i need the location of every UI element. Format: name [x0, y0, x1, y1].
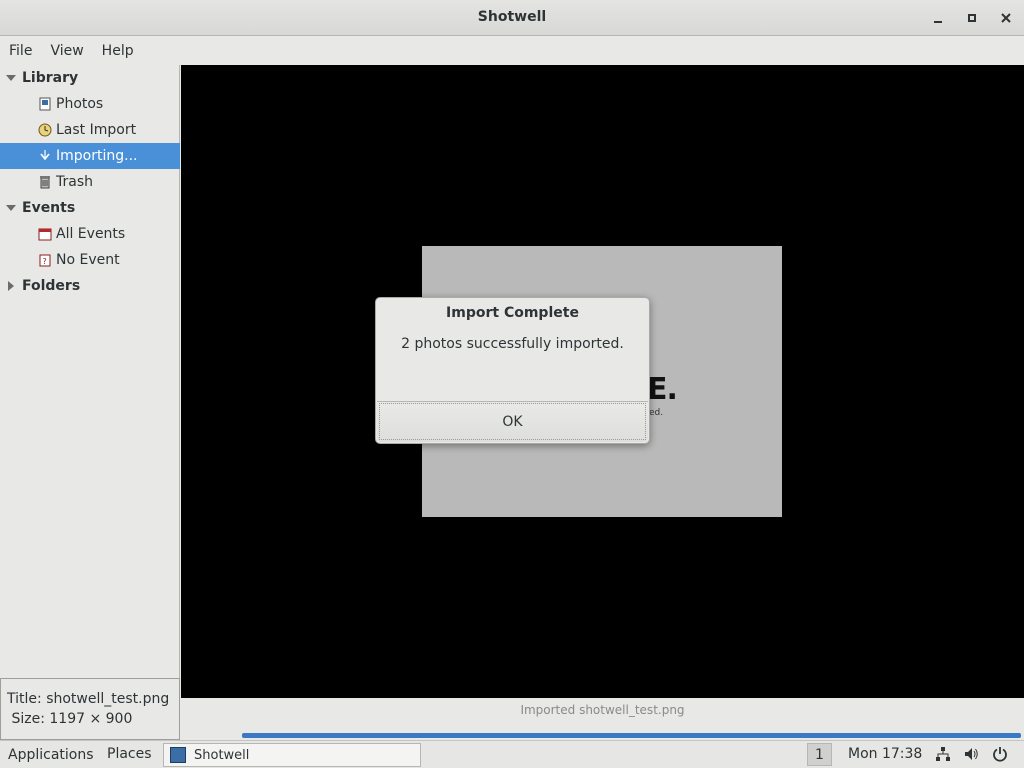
menu-bar: File View Help: [0, 37, 1024, 65]
sidebar-header-events[interactable]: Events: [0, 195, 180, 221]
maximize-icon: [968, 14, 976, 22]
taskbar-item-label: Shotwell: [194, 747, 250, 763]
photo-info-panel: Title: shotwell_test.png Size: 1197 × 90…: [0, 678, 180, 740]
dialog-title: Import Complete: [446, 305, 579, 321]
progress-fill: [242, 733, 1021, 738]
power-icon[interactable]: [992, 746, 1008, 762]
expanded-triangle-icon[interactable]: [6, 203, 16, 213]
close-icon: [1001, 13, 1011, 23]
menu-file[interactable]: File: [0, 43, 41, 59]
status-bar: Imported shotwell_test.png: [181, 698, 1024, 740]
minimize-button[interactable]: [928, 8, 948, 28]
import-progress-bar: [242, 733, 1021, 738]
sidebar-item-photos[interactable]: Photos: [0, 91, 180, 117]
sidebar-item-all-events[interactable]: All Events: [0, 221, 180, 247]
window-title: Shotwell: [477, 9, 547, 25]
sidebar-item-no-event[interactable]: ? No Event: [0, 247, 180, 273]
info-size-value: 1197 × 900: [49, 711, 133, 727]
no-event-icon: ?: [39, 254, 51, 267]
import-complete-dialog: Import Complete 2 photos successfully im…: [375, 297, 650, 444]
places-menu[interactable]: Places: [107, 746, 152, 762]
sidebar-item-trash[interactable]: Trash: [0, 169, 180, 195]
maximize-button[interactable]: [962, 8, 982, 28]
collapsed-triangle-icon[interactable]: [6, 281, 16, 291]
sidebar-item-importing[interactable]: Importing...: [0, 143, 180, 169]
svg-text:?: ?: [43, 257, 47, 266]
volume-icon[interactable]: [963, 746, 979, 762]
expanded-triangle-icon[interactable]: [6, 73, 16, 83]
info-title-row: Title: shotwell_test.png: [7, 689, 173, 709]
trash-icon: [40, 176, 50, 189]
bottom-panel: Applications Places Shotwell 1 Mon 17:38: [0, 740, 1024, 768]
ok-button-label: OK: [502, 414, 523, 430]
info-size-label: Size:: [11, 711, 45, 727]
photo-logo-subtext: ed.: [649, 408, 664, 418]
applications-menu[interactable]: Applications: [0, 747, 94, 763]
taskbar-item-shotwell[interactable]: Shotwell: [163, 743, 421, 767]
shotwell-app-icon: [170, 747, 186, 763]
menu-view[interactable]: View: [41, 43, 92, 59]
photo-logo-text: E.: [647, 372, 678, 407]
clock[interactable]: Mon 17:38: [848, 746, 922, 762]
info-title-value: shotwell_test.png: [46, 691, 170, 707]
menu-help[interactable]: Help: [93, 43, 143, 59]
dialog-message: 2 photos successfully imported.: [401, 336, 624, 352]
info-title-label: Title:: [7, 691, 42, 707]
sidebar-header-folders[interactable]: Folders: [0, 273, 180, 299]
importing-icon: [40, 150, 50, 161]
minimize-icon: [934, 21, 942, 23]
photos-icon: [39, 97, 51, 111]
workspace-indicator[interactable]: 1: [807, 743, 832, 766]
sidebar: Library Photos Last Import Importing... …: [0, 65, 180, 678]
title-bar: Shotwell: [0, 0, 1024, 36]
info-size-row: Size: 1197 × 900: [7, 709, 173, 729]
network-icon[interactable]: [935, 746, 951, 762]
sidebar-header-library[interactable]: Library: [0, 65, 180, 91]
close-button[interactable]: [996, 8, 1016, 28]
status-message: Imported shotwell_test.png: [520, 703, 685, 717]
last-import-icon: [38, 123, 52, 137]
all-events-icon: [38, 228, 52, 241]
ok-button[interactable]: OK: [377, 401, 648, 442]
sidebar-item-last-import[interactable]: Last Import: [0, 117, 180, 143]
